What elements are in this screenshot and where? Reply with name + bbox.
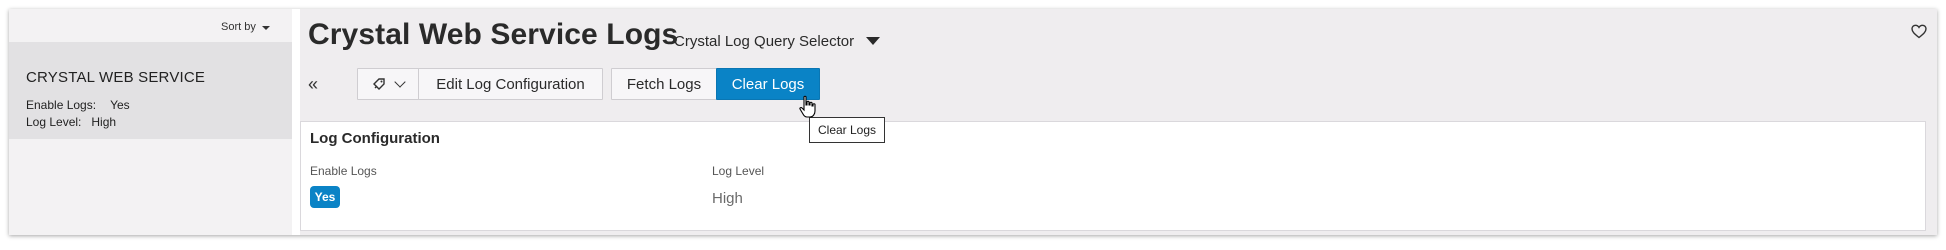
record-enable-logs: Enable Logs: Yes bbox=[26, 98, 130, 112]
record-title: CRYSTAL WEB SERVICE bbox=[26, 69, 206, 86]
log-level-label: Log Level bbox=[712, 164, 765, 178]
page-title: Crystal Web Service Logs bbox=[308, 18, 679, 51]
edit-log-configuration-button[interactable]: Edit Log Configuration bbox=[418, 68, 603, 100]
log-level-value: High bbox=[712, 190, 743, 207]
tag-actions-dropdown[interactable] bbox=[357, 68, 419, 100]
enable-logs-label: Enable Logs bbox=[310, 164, 377, 178]
enable-logs-badge: Yes bbox=[310, 186, 340, 208]
heart-icon[interactable] bbox=[1911, 24, 1927, 39]
record-enable-logs-value: Yes bbox=[110, 98, 130, 112]
caret-down-icon bbox=[261, 26, 270, 30]
clear-logs-tooltip: Clear Logs bbox=[809, 117, 886, 143]
main-content: Crystal Web Service Logs Crystal Log Que… bbox=[300, 9, 1937, 235]
record-list-item[interactable]: CRYSTAL WEB SERVICE Enable Logs: Yes Log … bbox=[9, 42, 292, 139]
query-selector-dropdown[interactable]: Crystal Log Query Selector bbox=[674, 33, 881, 50]
panel-divider bbox=[292, 9, 300, 235]
record-list-panel: Sort by CRYSTAL WEB SERVICE Enable Logs:… bbox=[9, 9, 292, 235]
log-configuration-card: Log Configuration Enable Logs Yes Log Le… bbox=[300, 121, 1926, 231]
sort-by-dropdown[interactable]: Sort by bbox=[221, 21, 270, 33]
toolbar: « Edit Log Configuration Fetch Logs Clea… bbox=[300, 68, 1937, 102]
record-log-level: Log Level: High bbox=[26, 115, 116, 129]
pointer-cursor-icon bbox=[799, 95, 816, 118]
card-title: Log Configuration bbox=[310, 130, 440, 147]
sort-by-label: Sort by bbox=[221, 21, 256, 33]
tag-icon bbox=[373, 78, 385, 90]
query-selector-label: Crystal Log Query Selector bbox=[674, 33, 855, 50]
fetch-logs-button[interactable]: Fetch Logs bbox=[611, 68, 717, 100]
chevron-double-left-icon[interactable]: « bbox=[308, 74, 318, 94]
record-enable-logs-label: Enable Logs: bbox=[26, 98, 97, 112]
chevron-down-icon bbox=[394, 76, 406, 88]
app-frame: Sort by CRYSTAL WEB SERVICE Enable Logs:… bbox=[9, 9, 1937, 235]
caret-down-icon bbox=[866, 36, 881, 45]
record-log-level-value: High bbox=[91, 115, 117, 129]
record-log-level-label: Log Level: bbox=[26, 115, 82, 129]
